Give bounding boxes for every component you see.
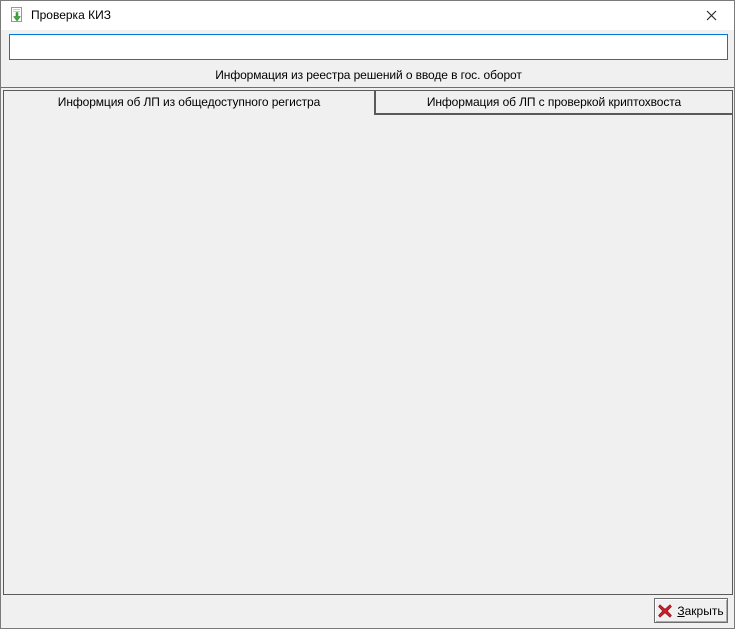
tab-strip: Информция об ЛП из общедоступного регист… <box>3 90 733 115</box>
kiz-scan-input[interactable] <box>9 34 728 60</box>
dialog-proverka-kiz: Проверка КИЗ Информация из реестра решен… <box>0 0 735 629</box>
titlebar: Проверка КИЗ <box>1 1 734 30</box>
tab-cryptotail-check-info[interactable]: Информация об ЛП с проверкой криптохвост… <box>375 90 733 114</box>
close-dialog-button[interactable]: Закрыть <box>654 598 728 623</box>
close-icon[interactable] <box>689 1 734 29</box>
red-x-icon <box>658 604 672 618</box>
registry-info-header: Информация из реестра решений о вводе в … <box>1 63 735 88</box>
window-title: Проверка КИЗ <box>31 8 111 22</box>
tab-page-public-register <box>3 114 733 595</box>
close-button-label: Закрыть <box>677 604 723 618</box>
window-icon <box>9 7 25 23</box>
tab-public-register-info[interactable]: Информция об ЛП из общедоступного регист… <box>3 90 375 115</box>
